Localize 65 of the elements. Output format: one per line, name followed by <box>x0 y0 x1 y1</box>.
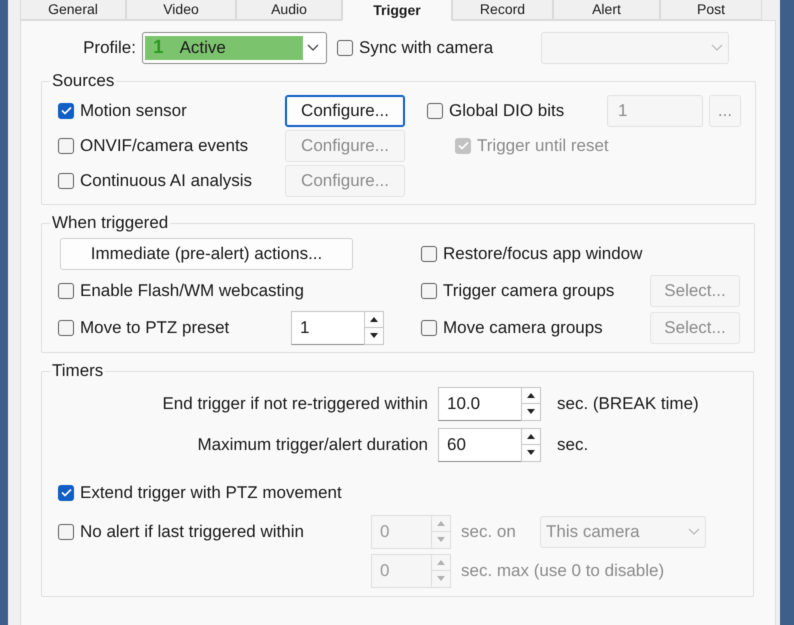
group-title: Timers <box>51 361 104 381</box>
group-title: Sources <box>51 71 116 91</box>
checkbox-label: Move to PTZ preset <box>80 318 230 338</box>
unit-label: sec. <box>557 434 590 454</box>
number-field[interactable]: 1 <box>291 310 364 344</box>
unit-label: sec. max (use 0 to disable) <box>461 560 666 580</box>
checkbox-label: Global DIO bits <box>449 100 564 120</box>
timer-label: Maximum trigger/alert duration <box>196 434 428 454</box>
spin-up-button[interactable] <box>521 428 541 445</box>
triangle-up-icon <box>437 520 445 526</box>
spin-up-button[interactable] <box>364 310 384 328</box>
checkbox-label: Trigger until reset <box>477 136 609 156</box>
triangle-down-icon <box>527 409 535 414</box>
checkbox-label: ONVIF/camera events <box>80 136 248 156</box>
number-field[interactable]: 10.0 <box>438 386 521 420</box>
triangle-up-icon <box>527 392 535 398</box>
checkbox-label: Extend trigger with PTZ movement <box>80 482 342 502</box>
tab[interactable]: Video <box>126 0 236 20</box>
tab[interactable]: General <box>20 0 126 20</box>
timer-label: End trigger if not re-triggered within <box>161 394 428 414</box>
checkbox[interactable] <box>337 40 353 56</box>
triangle-down-icon <box>437 537 445 542</box>
chevron-down-icon <box>307 44 319 52</box>
checkbox-label: No alert if last triggered within <box>80 522 304 542</box>
triangle-down-icon <box>370 333 378 338</box>
unit-label: sec. (BREAK time) <box>557 394 700 414</box>
spin-down-button[interactable] <box>521 404 541 420</box>
checkbox-label: Continuous AI analysis <box>80 170 252 190</box>
profile-label: Profile: <box>82 38 136 58</box>
spin-up-button[interactable] <box>521 386 541 404</box>
chevron-down-icon <box>711 44 723 52</box>
tab[interactable]: Record <box>452 0 553 20</box>
tab[interactable]: Trigger <box>342 0 452 21</box>
spin-down-button[interactable] <box>364 328 384 344</box>
tab[interactable]: Post <box>660 0 762 20</box>
tab[interactable]: Alert <box>553 0 660 20</box>
checkbox-label: Sync with camera <box>359 38 494 58</box>
checkbox-label: Trigger camera groups <box>443 280 614 300</box>
profile-dropdown[interactable]: 1 Active <box>142 32 327 64</box>
group-title: When triggered <box>51 213 170 233</box>
triangle-down-icon <box>437 576 445 582</box>
checkbox[interactable] <box>58 102 74 118</box>
checkbox-label: Motion sensor <box>80 100 187 120</box>
triangle-down-icon <box>527 450 535 456</box>
tab[interactable]: Audio <box>236 0 342 20</box>
checkbox-label: Restore/focus app window <box>443 244 642 264</box>
checkbox[interactable] <box>421 246 437 262</box>
triangle-up-icon <box>370 316 378 322</box>
check-icon <box>60 106 72 115</box>
check-icon <box>458 141 468 150</box>
checkbox[interactable] <box>58 282 74 298</box>
triangle-up-icon <box>527 434 535 439</box>
spin-down-button[interactable] <box>521 445 541 462</box>
checkbox[interactable] <box>58 484 74 500</box>
checkbox[interactable] <box>58 320 74 336</box>
triangle-up-icon <box>437 560 445 565</box>
checkbox-label: Enable Flash/WM webcasting <box>80 280 304 300</box>
actions-button[interactable]: Immediate (pre-alert) actions... <box>60 238 353 270</box>
number-field[interactable]: 60 <box>438 428 521 462</box>
chevron-down-icon <box>688 528 700 536</box>
checkbox-label: Move camera groups <box>443 318 603 338</box>
checkbox[interactable] <box>427 102 443 118</box>
configure-button[interactable]: Configure... <box>285 94 405 126</box>
unit-label: sec. on <box>461 522 517 542</box>
check-icon <box>60 488 72 497</box>
